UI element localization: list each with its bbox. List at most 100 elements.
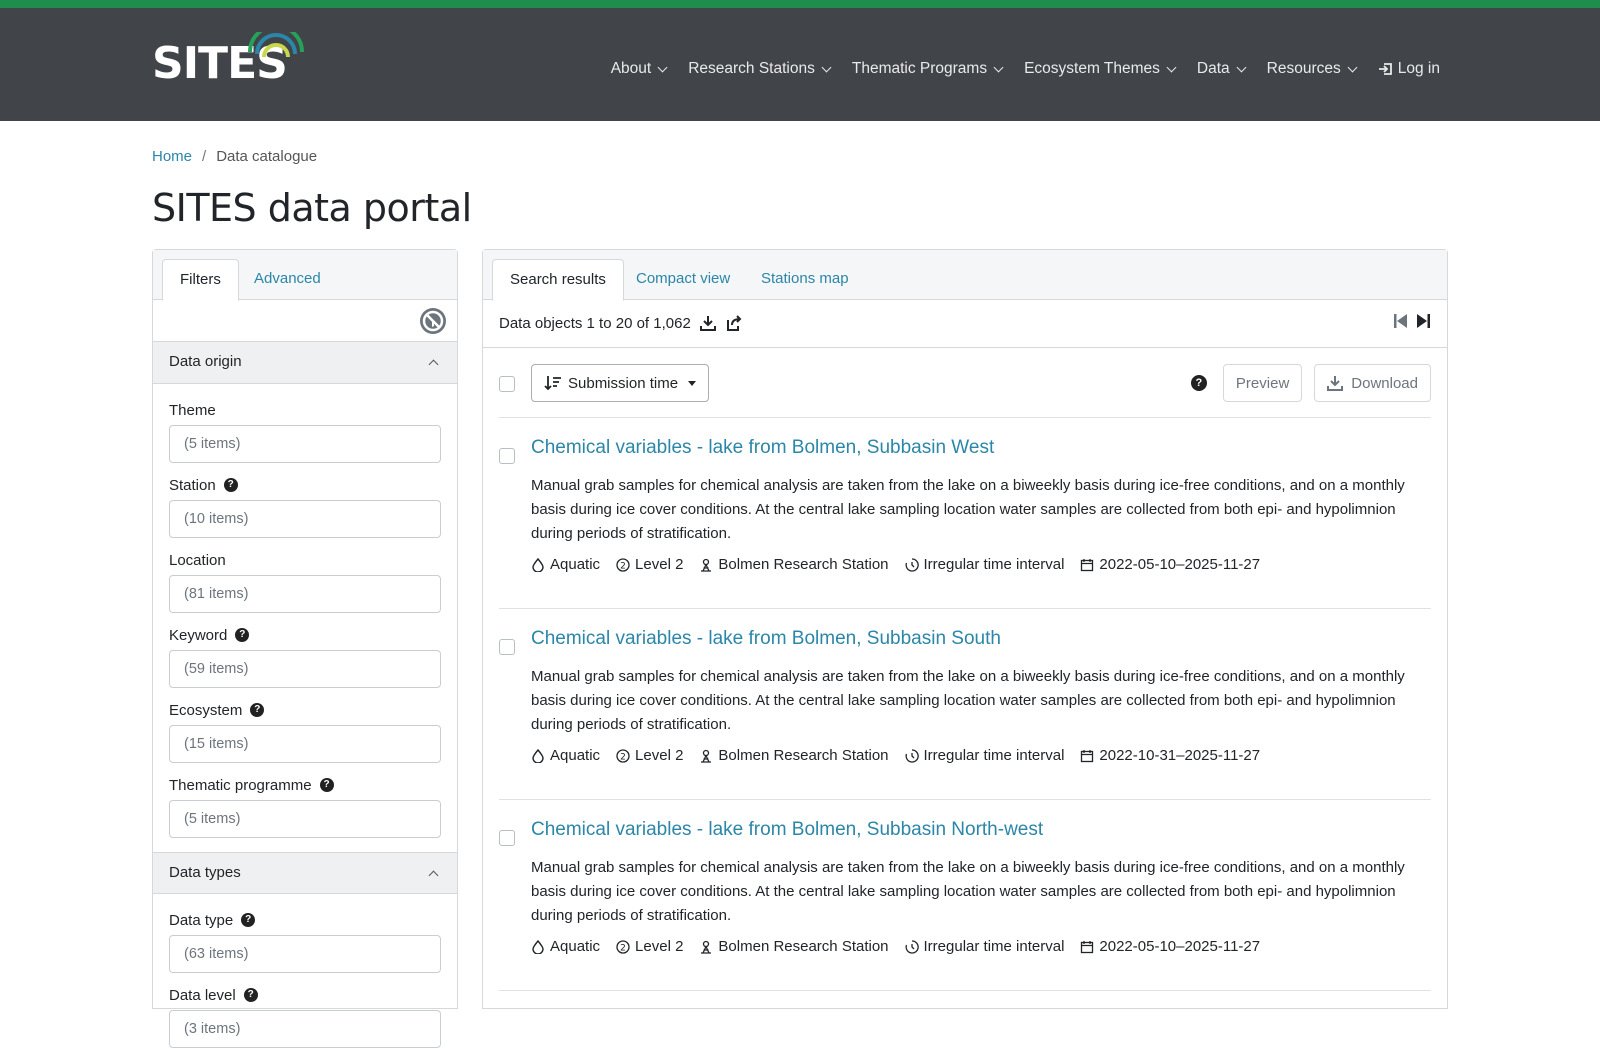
select-all-checkbox[interactable]: [499, 376, 515, 392]
section-data-origin[interactable]: Data origin: [153, 342, 457, 384]
filter-tabs: Filters Advanced: [153, 250, 457, 301]
station-tower-icon: [701, 940, 712, 954]
thematic-programme-select[interactable]: (5 items): [169, 800, 441, 838]
nav-label: Ecosystem Themes: [1024, 60, 1160, 77]
sort-label: Submission time: [568, 374, 679, 392]
sort-dropdown[interactable]: Submission time: [531, 364, 710, 402]
nav-label: Research Stations: [688, 60, 815, 77]
tab-stations-map[interactable]: Stations map: [744, 259, 866, 301]
result-description: Manual grab samples for chemical analysi…: [531, 668, 1405, 733]
nav-data[interactable]: Data: [1197, 60, 1247, 78]
chevron-down-icon: [1166, 62, 1177, 73]
section-title: Data origin: [169, 353, 242, 370]
result-title[interactable]: Chemical variables - lake from Bolmen, S…: [531, 819, 1043, 841]
download-list-icon[interactable]: [699, 314, 717, 332]
result-checkbox[interactable]: [499, 448, 515, 464]
tab-filters[interactable]: Filters: [162, 259, 239, 301]
tab-compact-view[interactable]: Compact view: [619, 259, 747, 301]
download-label: Download: [1351, 374, 1418, 392]
page-title: SITES data portal: [152, 186, 472, 230]
filter-label: Theme: [169, 401, 216, 419]
station-select[interactable]: (10 items): [169, 500, 441, 538]
download-button[interactable]: Download: [1314, 364, 1431, 402]
help-icon[interactable]: ?: [1190, 375, 1207, 391]
theme-select[interactable]: (5 items): [169, 425, 441, 463]
level-two-icon: 2: [616, 939, 630, 954]
result-checkbox[interactable]: [499, 830, 515, 846]
nav-resources[interactable]: Resources: [1267, 60, 1358, 78]
help-icon[interactable]: ?: [223, 478, 238, 492]
help-icon[interactable]: ?: [241, 913, 256, 927]
meta-interval: Irregular time interval: [905, 938, 1064, 955]
section-title: Data types: [169, 864, 241, 881]
help-icon[interactable]: ?: [250, 703, 265, 717]
filter-station: Station? (10 items): [153, 472, 457, 538]
sort-descending-icon: [544, 376, 561, 391]
nav-research-stations[interactable]: Research Stations: [688, 60, 832, 78]
tab-search-results[interactable]: Search results: [492, 259, 624, 301]
breadcrumb-home[interactable]: Home: [152, 148, 192, 165]
location-select[interactable]: (81 items): [169, 575, 441, 613]
filter-location: Location (81 items): [153, 547, 457, 613]
filter-label: Keyword: [169, 626, 228, 644]
nav-about[interactable]: About: [610, 60, 668, 78]
meta-interval: Irregular time interval: [905, 747, 1064, 764]
results-header: Data objects 1 to 20 of 1,062: [483, 300, 1447, 348]
meta-text: 2022-05-10–2025-11-27: [1099, 938, 1261, 955]
reset-filters-icon[interactable]: [419, 307, 447, 335]
result-title[interactable]: Chemical variables - lake from Bolmen, S…: [531, 628, 1001, 650]
meta-text: Aquatic: [550, 556, 601, 573]
ecosystem-select[interactable]: (15 items): [169, 725, 441, 763]
top-accent-stripe: [0, 0, 1600, 8]
nav-ecosystem-themes[interactable]: Ecosystem Themes: [1024, 60, 1177, 78]
nav-label: About: [610, 60, 652, 77]
meta-text: Bolmen Research Station: [718, 747, 889, 764]
breadcrumb: Home / Data catalogue: [152, 148, 317, 165]
calendar-icon: [1081, 749, 1094, 762]
tab-advanced[interactable]: Advanced: [237, 259, 338, 301]
meta-dates: 2022-05-10–2025-11-27: [1080, 938, 1260, 955]
filter-data-level: Data level? (3 items): [153, 982, 457, 1048]
chevron-up-icon: [428, 870, 439, 881]
result-description: Manual grab samples for chemical analysi…: [531, 477, 1405, 542]
chevron-down-icon: [821, 62, 832, 73]
result-item: Chemical variables - lake from Bolmen, S…: [499, 800, 1431, 991]
data-type-select[interactable]: (63 items): [169, 935, 441, 973]
data-level-select[interactable]: (3 items): [169, 1010, 441, 1048]
meta-dates: 2022-05-10–2025-11-27: [1080, 556, 1260, 573]
nav-thematic-programs[interactable]: Thematic Programs: [852, 60, 1004, 78]
login-link[interactable]: Log in: [1378, 60, 1440, 78]
filter-ecosystem: Ecosystem? (15 items): [153, 697, 457, 763]
chevron-up-icon: [428, 359, 439, 370]
wifi-arc-logo-icon: [248, 32, 304, 58]
water-drop-icon: [532, 557, 544, 572]
first-page-icon[interactable]: [1393, 312, 1409, 330]
svg-text:2: 2: [620, 561, 626, 571]
meta-level: 2 Level 2: [616, 747, 683, 764]
keyword-select[interactable]: (59 items): [169, 650, 441, 688]
meta-theme: Aquatic: [531, 747, 600, 764]
results-panel: Search results Compact view Stations map…: [482, 249, 1448, 1009]
meta-theme: Aquatic: [531, 556, 600, 573]
result-count: Data objects 1 to 20 of 1,062: [499, 314, 743, 332]
meta-dates: 2022-10-31–2025-11-27: [1080, 747, 1260, 764]
help-icon[interactable]: ?: [319, 778, 334, 792]
next-page-icon[interactable]: [1415, 312, 1431, 330]
result-description: Manual grab samples for chemical analysi…: [531, 859, 1405, 924]
sites-logo[interactable]: SITES: [152, 32, 304, 92]
meta-text: Bolmen Research Station: [718, 556, 889, 573]
meta-theme: Aquatic: [531, 938, 600, 955]
download-icon: [1327, 376, 1344, 391]
meta-station: Bolmen Research Station: [699, 747, 889, 764]
filter-label: Location: [169, 551, 226, 569]
meta-text: Level 2: [635, 747, 684, 764]
section-data-types[interactable]: Data types: [153, 852, 457, 894]
filter-label: Station: [169, 476, 216, 494]
help-icon[interactable]: ?: [235, 628, 250, 642]
share-icon[interactable]: [725, 314, 743, 332]
time-interval-icon: [905, 557, 919, 572]
result-checkbox[interactable]: [499, 639, 515, 655]
result-title[interactable]: Chemical variables - lake from Bolmen, S…: [531, 437, 994, 459]
filter-panel: Filters Advanced Data origin Theme (5 it…: [152, 249, 458, 1048]
preview-button[interactable]: Preview: [1222, 364, 1303, 402]
